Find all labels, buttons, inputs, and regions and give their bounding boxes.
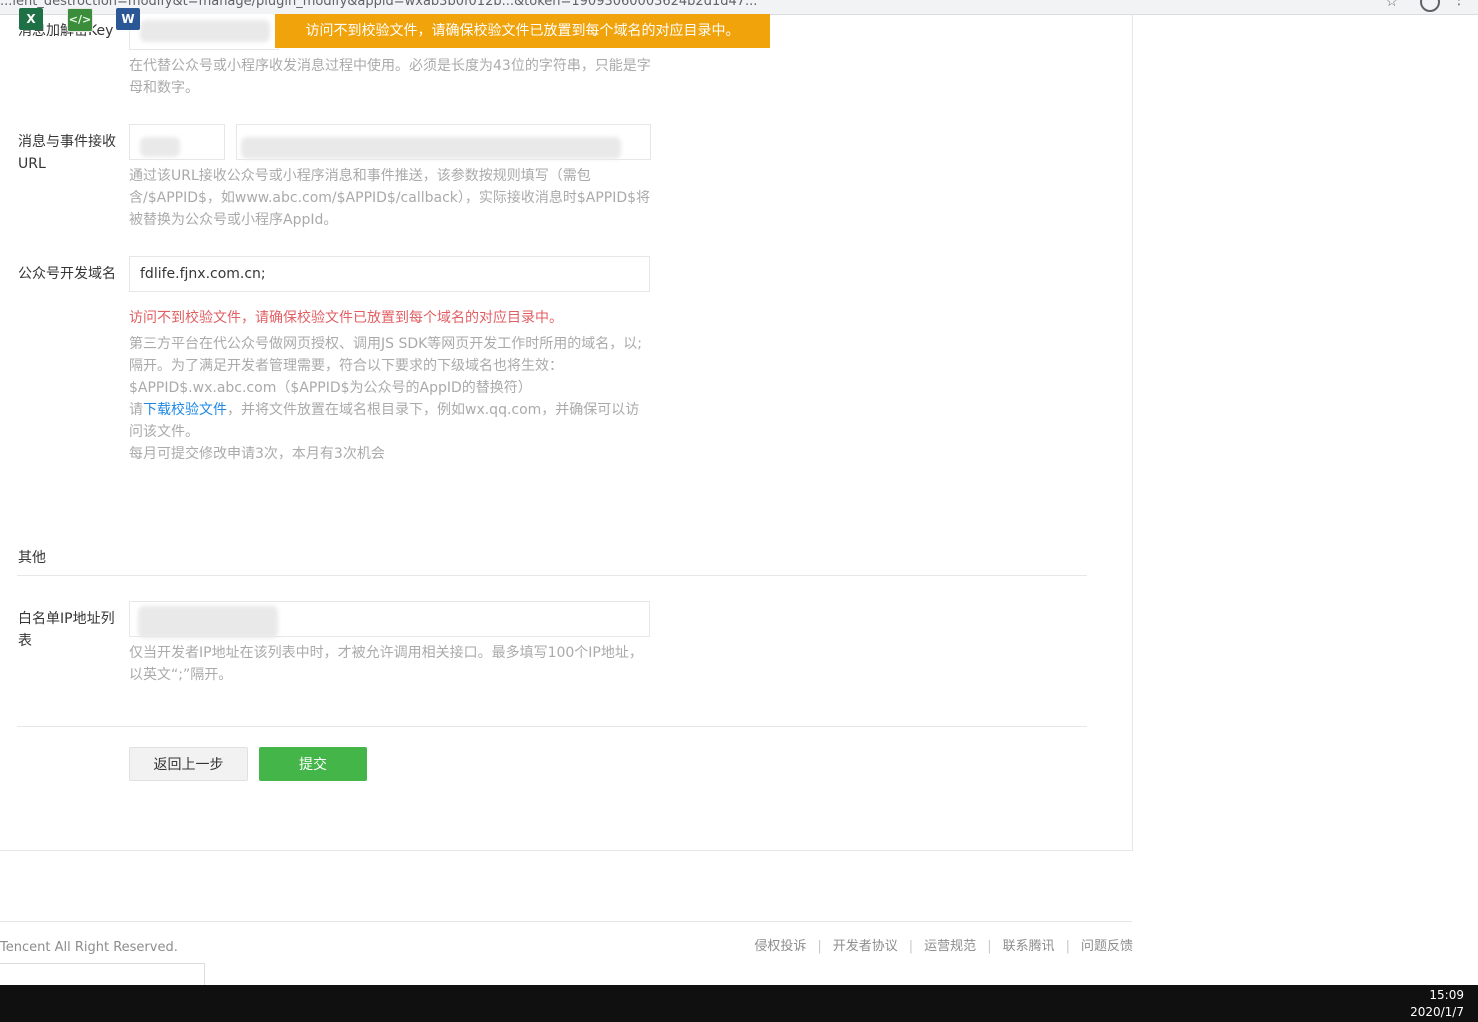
key-input[interactable]	[129, 14, 279, 50]
redacted-value	[138, 606, 278, 638]
code-editor-icon[interactable]: </>	[67, 8, 93, 32]
form-divider	[17, 726, 1087, 727]
section-divider	[17, 575, 1087, 576]
ip-label: 白名单IP地址列表	[18, 611, 115, 649]
download-verify-file-link[interactable]: 下载校验文件	[143, 402, 227, 418]
clock-time: 15:09	[1429, 988, 1464, 1002]
copyright-text: Tencent All Right Reserved.	[0, 940, 178, 955]
redacted-value	[140, 137, 180, 157]
redacted-value	[241, 137, 621, 159]
excel-icon[interactable]: X	[19, 8, 43, 30]
url-label: 消息与事件接收URL	[18, 134, 116, 172]
footer-link-contact[interactable]: 联系腾讯	[1003, 936, 1055, 958]
url-help: 通过该URL接收公众号或小程序消息和事件推送，该参数按规则填写（需包含/$APP…	[129, 168, 651, 228]
star-icon[interactable]: ☆	[1385, 0, 1398, 10]
url-text[interactable]: ...ient_destroction=modify&t=manage/plug…	[0, 0, 757, 9]
word-icon[interactable]: W	[116, 8, 140, 30]
url-input[interactable]	[236, 124, 651, 160]
separator: |	[987, 939, 992, 954]
key-help: 在代替公众号或小程序收发消息过程中使用。必须是长度为43位的字符串，只能是字母和…	[129, 58, 651, 96]
separator: |	[908, 939, 914, 954]
footer-link-complaint[interactable]: 侵权投诉	[754, 936, 806, 958]
domain-label: 公众号开发域名	[18, 266, 116, 282]
domain-help: 第三方平台在代公众号做网页授权、调用JS SDK等网页开发工作时所用的域名，以;…	[129, 336, 643, 462]
ip-help: 仅当开发者IP地址在该列表中时，才被允许调用相关接口。最多填写100个IP地址，…	[129, 645, 643, 683]
url-protocol-input[interactable]	[129, 124, 225, 160]
clock-date: 2020/1/7	[1410, 1005, 1464, 1019]
domain-input[interactable]: fdlife.fjnx.com.cn;	[129, 256, 650, 292]
footer-link-rules[interactable]: 运营规范	[924, 936, 976, 958]
account-icon[interactable]	[1420, 0, 1440, 12]
back-button[interactable]: 返回上一步	[129, 747, 248, 781]
error-toast: 访问不到校验文件，请确保校验文件已放置到每个域名的对应目录中。	[275, 14, 770, 48]
more-vert-icon[interactable]: ⋮	[1452, 0, 1466, 8]
taskbar	[0, 985, 1478, 1022]
ip-input[interactable]	[129, 601, 650, 638]
domain-error: 访问不到校验文件，请确保校验文件已放置到每个域名的对应目录中。	[129, 310, 563, 326]
footer-divider	[0, 921, 1132, 922]
redacted-value	[140, 20, 270, 42]
footer-links: 侵权投诉 | 开发者协议 | 运营规范 | 联系腾讯 | 问题反馈	[754, 936, 1133, 958]
browser-address-bar[interactable]: ...ient_destroction=modify&t=manage/plug…	[0, 0, 1478, 15]
section-other-title: 其他	[18, 550, 46, 566]
separator: |	[817, 939, 822, 954]
footer-link-agreement[interactable]: 开发者协议	[833, 936, 898, 958]
footer-link-feedback[interactable]: 问题反馈	[1081, 936, 1133, 958]
taskbar-clock[interactable]: 15:09 2020/1/7	[1410, 987, 1464, 1021]
submit-button[interactable]: 提交	[259, 747, 367, 781]
separator: |	[1065, 939, 1070, 954]
